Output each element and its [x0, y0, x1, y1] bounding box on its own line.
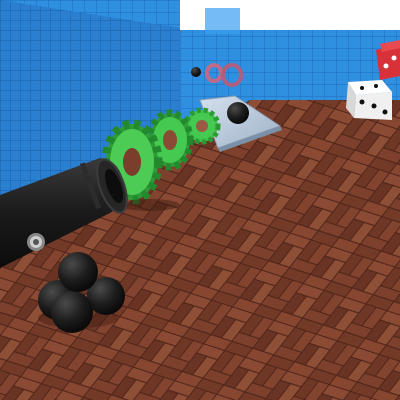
gear-shadow: [120, 199, 180, 211]
far-ball[interactable]: [191, 67, 201, 77]
white-die[interactable]: [346, 80, 392, 120]
cannonball[interactable]: [58, 252, 98, 292]
game-viewport[interactable]: [0, 0, 400, 400]
cannon-wheel-bolt: [27, 233, 45, 251]
cannonball[interactable]: [51, 291, 93, 333]
wall-panel: [205, 8, 240, 34]
scene-canvas[interactable]: [0, 0, 400, 400]
ramp-ball[interactable]: [227, 102, 249, 124]
